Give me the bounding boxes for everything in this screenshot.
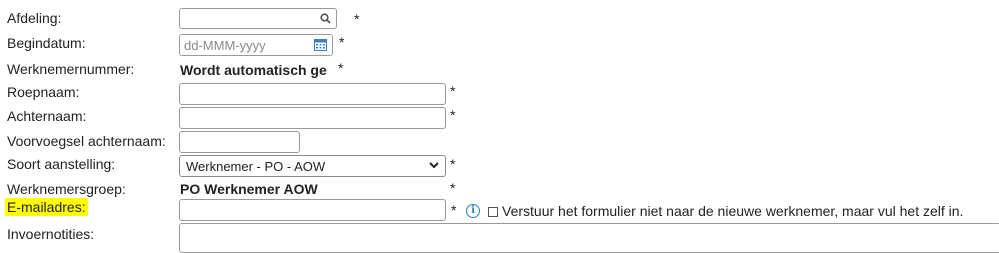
werknemersgroep-label: Werknemersgroep: (7, 181, 126, 197)
email-required-marker: * (451, 202, 457, 218)
werknemernummer-value: Wordt automatisch ge (180, 62, 327, 78)
begindatum-label: Begindatum: (7, 35, 86, 51)
werknemernummer-label: Werknemernummer: (7, 61, 135, 77)
achternaam-label: Achternaam: (7, 108, 87, 124)
chevron-down-icon (429, 162, 439, 169)
soort-aanstelling-selected: Werknemer - PO - AOW (186, 159, 326, 174)
roepnaam-input[interactable] (179, 83, 446, 105)
roepnaam-required-marker: * (450, 83, 456, 99)
werknemernummer-required-marker: * (338, 60, 344, 76)
achternaam-input[interactable] (179, 107, 446, 129)
afdeling-label: Afdeling: (7, 10, 62, 26)
begindatum-placeholder: dd-MMM-yyyy (184, 38, 266, 53)
search-icon[interactable] (320, 13, 331, 24)
werknemersgroep-value: PO Werknemer AOW (180, 181, 318, 197)
afdeling-required-marker: * (354, 11, 360, 27)
afdeling-field[interactable] (179, 8, 337, 29)
voorvoegsel-label: Voorvoegsel achternaam: (7, 133, 166, 149)
werknemersgroep-required-marker: * (450, 180, 456, 196)
send-self-checkbox-label[interactable]: Verstuur het formulier niet naar de nieu… (502, 203, 963, 219)
invoernotities-textarea[interactable] (179, 223, 999, 253)
achternaam-required-marker: * (450, 107, 456, 123)
begindatum-required-marker: * (339, 34, 345, 50)
send-self-checkbox[interactable] (488, 207, 498, 217)
voorvoegsel-input[interactable] (179, 131, 300, 153)
soort-aanstelling-required-marker: * (450, 156, 456, 172)
roepnaam-label: Roepnaam: (7, 84, 80, 100)
info-icon[interactable]: i (466, 204, 480, 218)
invoernotities-label: Invoernotities: (7, 226, 95, 242)
soort-aanstelling-label: Soort aanstelling: (7, 156, 116, 172)
soort-aanstelling-select[interactable]: Werknemer - PO - AOW (179, 155, 446, 177)
email-label: E-mailadres: (5, 198, 88, 216)
email-input[interactable] (179, 199, 446, 221)
begindatum-field[interactable]: dd-MMM-yyyy (179, 34, 333, 56)
calendar-icon[interactable] (314, 38, 327, 51)
